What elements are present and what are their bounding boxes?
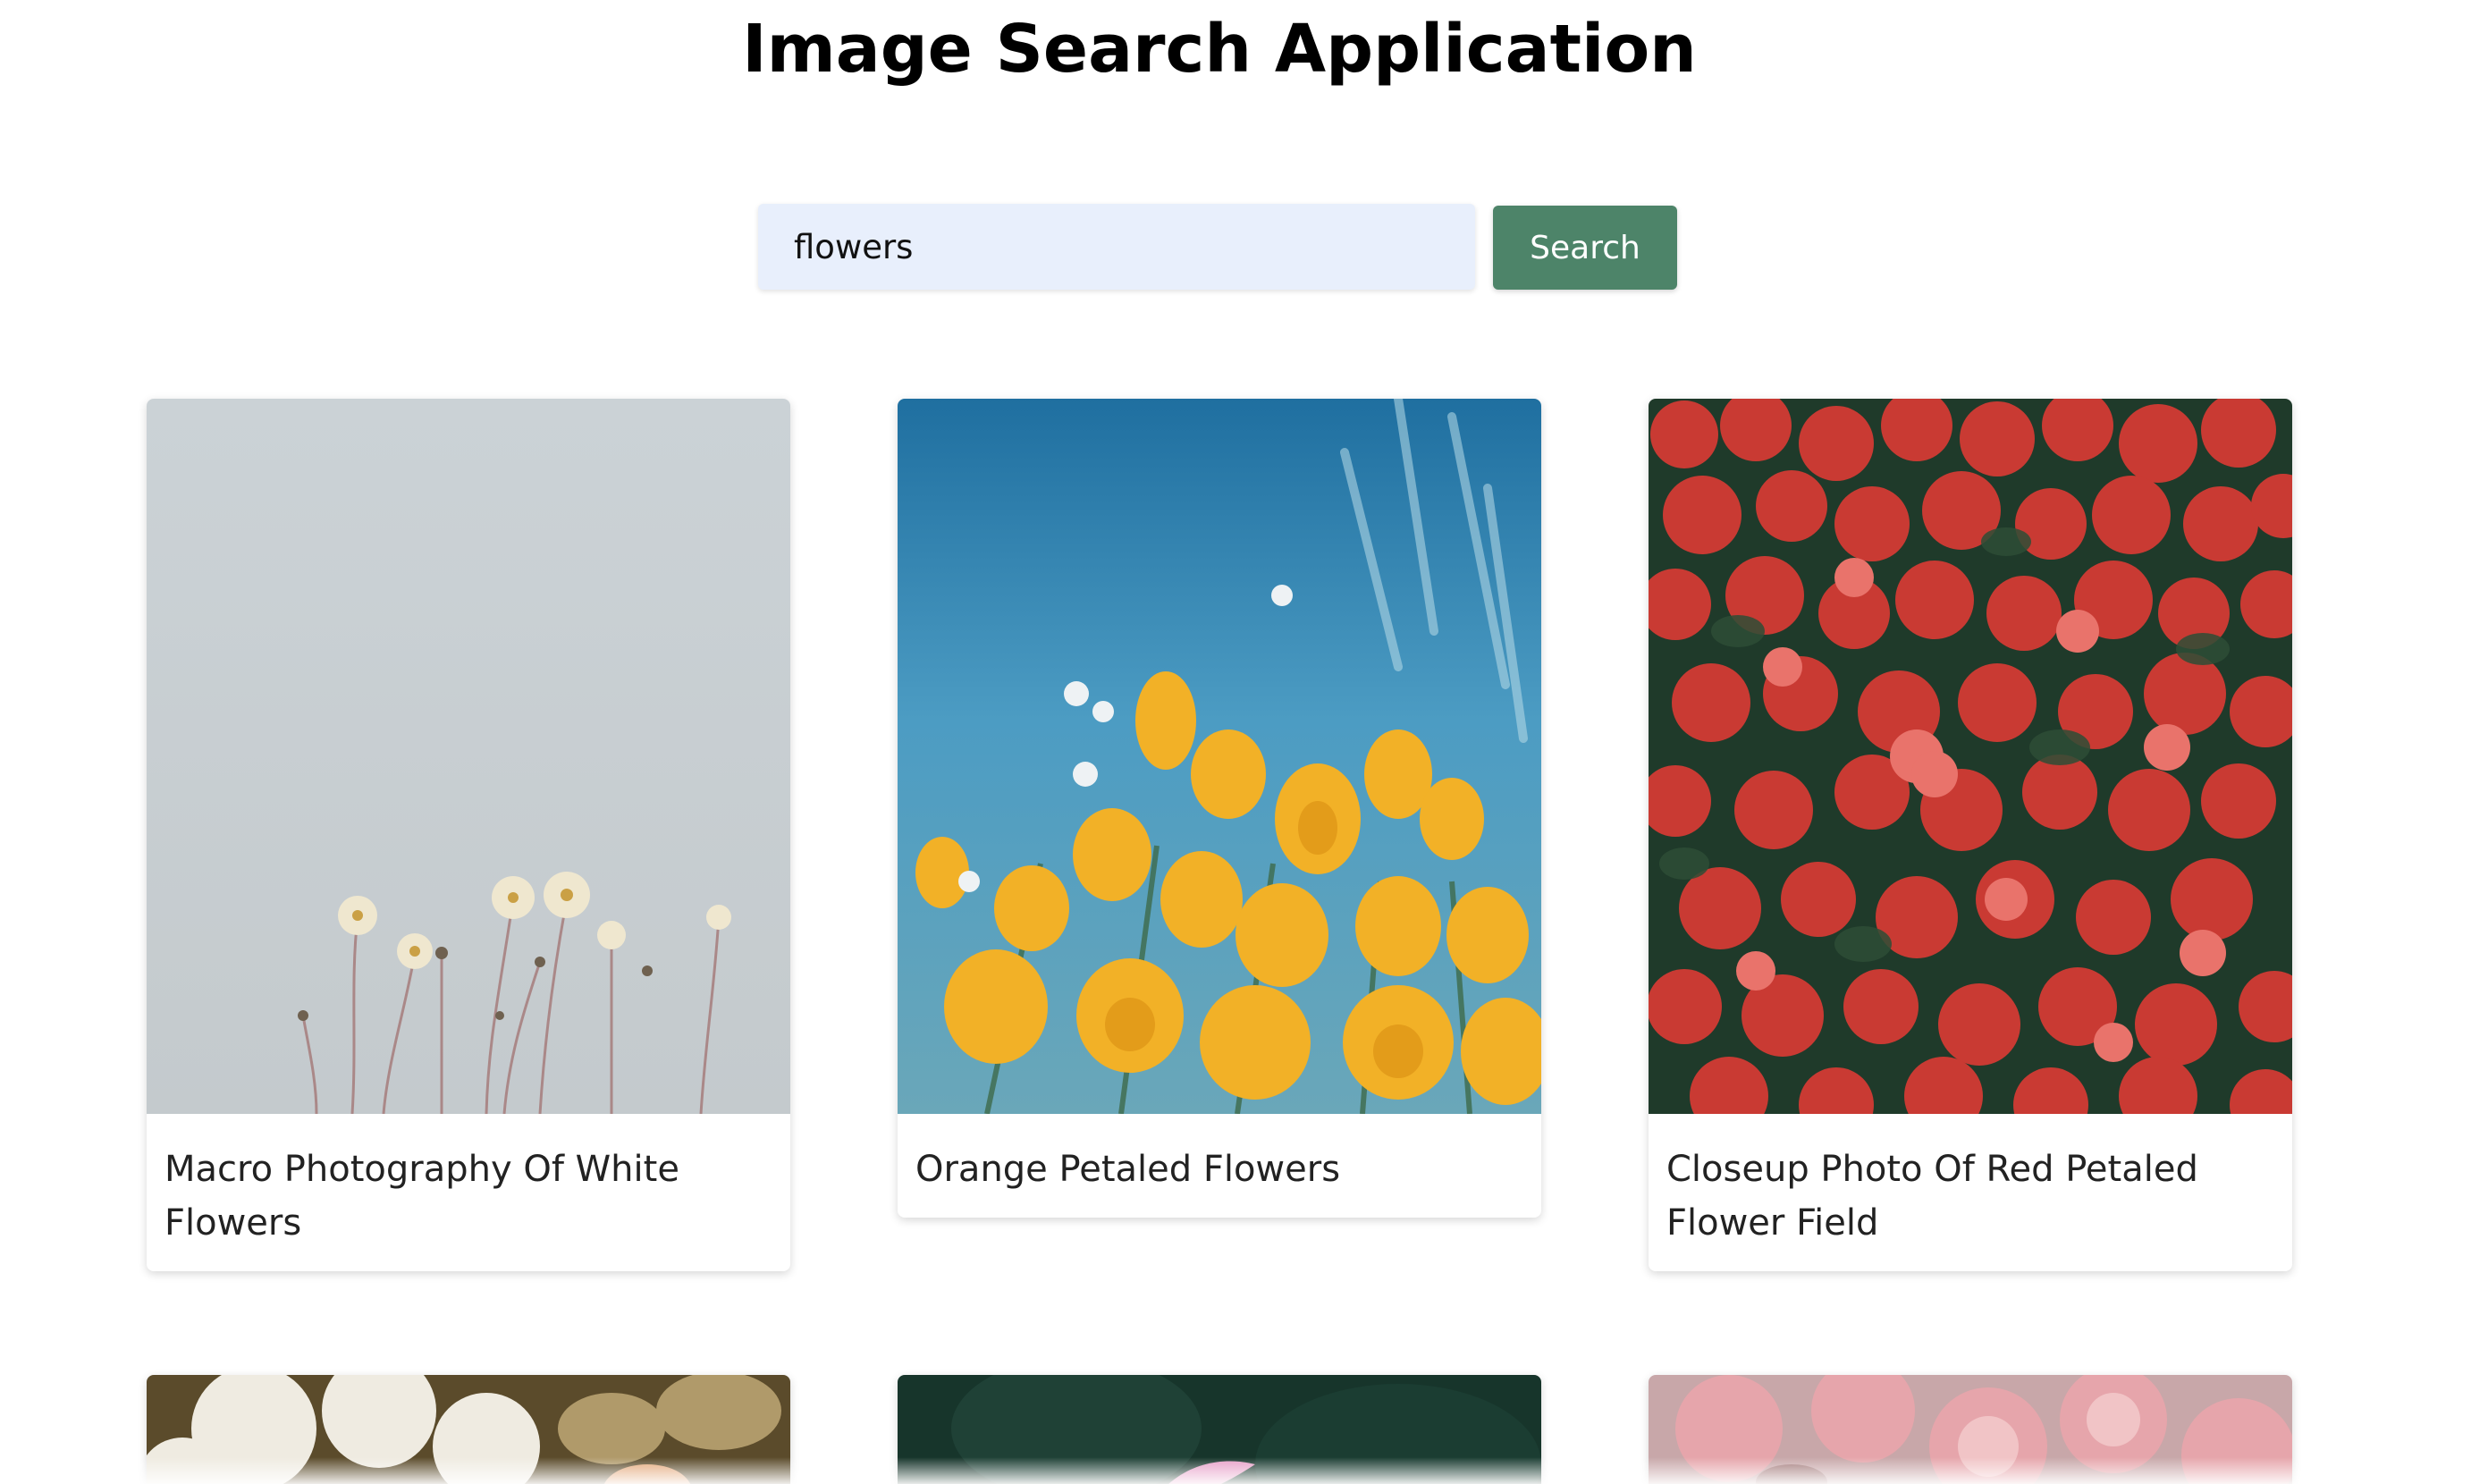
page-title: Image Search Application xyxy=(742,11,1697,88)
result-caption: Macro Photography Of White Flowers xyxy=(164,1149,679,1244)
result-card[interactable] xyxy=(898,1375,1541,1484)
result-card[interactable] xyxy=(1649,1375,2292,1484)
result-image-pink-flowers[interactable] xyxy=(1649,1375,2292,1484)
search-input[interactable] xyxy=(758,204,1475,290)
result-image-white-chrysanthemums[interactable] xyxy=(147,1375,790,1484)
result-caption: Closeup Photo Of Red Petaled Flower Fiel… xyxy=(1666,1149,2198,1244)
search-button[interactable]: Search xyxy=(1493,206,1677,290)
result-image-white-flowers[interactable] xyxy=(147,399,790,1114)
page: Image Search Application Search xyxy=(0,0,2471,1484)
result-image-orange-flowers[interactable] xyxy=(898,399,1541,1114)
result-card[interactable]: Macro Photography Of White Flowers xyxy=(147,399,790,1271)
result-card[interactable]: Closeup Photo Of Red Petaled Flower Fiel… xyxy=(1649,399,2292,1271)
result-card[interactable] xyxy=(147,1375,790,1484)
result-card[interactable]: Orange Petaled Flowers xyxy=(898,399,1541,1218)
result-caption: Orange Petaled Flowers xyxy=(915,1149,1341,1190)
result-image-red-flowers[interactable] xyxy=(1649,399,2292,1114)
result-image-dark-green-flower[interactable] xyxy=(898,1375,1541,1484)
